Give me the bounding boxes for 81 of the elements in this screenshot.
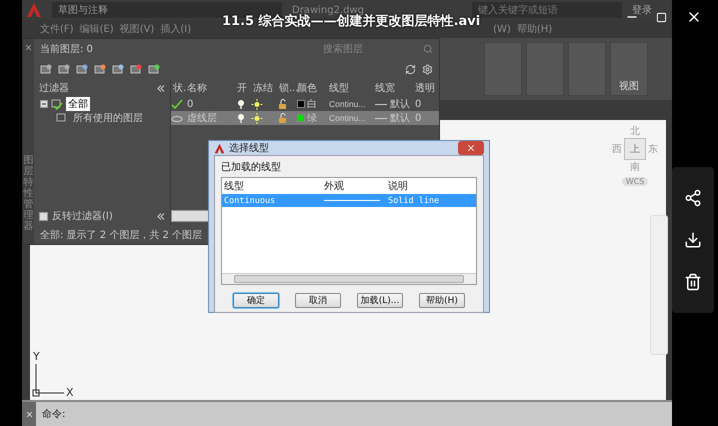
list-label: 已加载的线型	[221, 160, 282, 174]
column-header[interactable]: 状.	[171, 81, 185, 95]
column-header[interactable]: 外观	[324, 179, 388, 193]
filters-header: 过滤器	[39, 82, 69, 95]
lineweight-value[interactable]: 默认	[390, 111, 410, 125]
layer-tool-icon[interactable]	[58, 64, 70, 74]
trash-icon[interactable]	[684, 273, 702, 291]
share-icon[interactable]	[684, 189, 702, 207]
refresh-icon[interactable]	[405, 64, 416, 74]
ribbon-panel[interactable]: 视图	[610, 42, 648, 96]
menu-item[interactable]: 文件(F)	[40, 22, 74, 36]
filter-icon	[51, 98, 63, 110]
column-header[interactable]: 开	[235, 81, 251, 95]
linetype-name[interactable]: Continu...	[327, 99, 373, 109]
search-icon	[423, 44, 433, 54]
collapse-icon[interactable]	[157, 84, 165, 92]
ucs-axes-drawing: Y X	[30, 350, 80, 398]
color-name: 白	[307, 98, 317, 111]
transparency-value[interactable]: 0	[413, 98, 439, 110]
column-header[interactable]: 说明	[388, 179, 476, 193]
dialog-button[interactable]: 确定	[233, 293, 279, 308]
filter-tree-item[interactable]: 全部	[66, 97, 90, 111]
linetype-row[interactable]: Continuous Solid line	[222, 194, 476, 207]
sign-in-link[interactable]: 登录	[632, 3, 652, 17]
layer-tool-icon[interactable]	[76, 64, 88, 74]
layer-row[interactable]: 0 白 Continu... 默认 0	[171, 97, 439, 111]
column-header[interactable]: 线型	[224, 179, 324, 193]
scrollbar[interactable]	[222, 273, 476, 284]
column-header[interactable]: 线宽	[373, 81, 413, 95]
menu-item[interactable]: (W)	[493, 24, 511, 34]
compass-label: 北	[630, 124, 640, 138]
close-button[interactable]	[458, 141, 484, 155]
bulb-icon[interactable]	[235, 112, 247, 124]
status-text: 全部: 显示了 2 个图层，共 2 个图层	[40, 228, 202, 242]
download-icon[interactable]	[684, 231, 702, 249]
compass-label: 西	[612, 143, 622, 156]
command-prompt: 命令:	[42, 408, 66, 421]
layer-tool-icon[interactable]	[112, 64, 124, 74]
menu-item[interactable]: 编辑(E)	[80, 22, 114, 36]
menu-item[interactable]: 帮助(H)	[516, 22, 552, 36]
sun-icon[interactable]	[251, 98, 263, 110]
menu-item[interactable]: 视图(V)	[120, 22, 154, 36]
column-header[interactable]: 线型	[327, 81, 373, 95]
document-title: Drawing2.dwg	[292, 4, 364, 16]
settings-icon[interactable]	[422, 64, 433, 74]
layer-name: 虚线层	[186, 112, 218, 125]
collapse-icon[interactable]	[157, 212, 165, 220]
bulb-icon[interactable]	[235, 98, 247, 110]
column-header[interactable]: 冻结	[251, 81, 277, 95]
column-header[interactable]: 锁...	[277, 81, 295, 95]
sun-icon[interactable]	[251, 112, 263, 124]
close-icon	[466, 143, 476, 153]
layer-tool-icon[interactable]	[130, 64, 142, 74]
filter-tree-item[interactable]: 所有使用的图层	[71, 111, 145, 125]
lineweight-value[interactable]: 默认	[390, 97, 410, 111]
filter-icon	[56, 112, 68, 124]
column-header[interactable]: 透明	[413, 81, 439, 95]
color-swatch[interactable]	[297, 100, 305, 108]
layer-row[interactable]: 虚线层 绿 Continu... 默认 0	[171, 111, 439, 125]
layer-tool-icon[interactable]	[40, 64, 52, 74]
layer-name: 0	[186, 98, 194, 110]
lock-icon[interactable]	[277, 112, 289, 124]
dialog-title: 选择线型	[229, 142, 269, 155]
view-cube[interactable]: 上	[624, 138, 646, 160]
menu-item[interactable]: 插入(I)	[160, 22, 192, 36]
column-header[interactable]: 名称	[185, 81, 235, 95]
palette-title: 图层特性管理器	[24, 155, 34, 232]
compass-label: 东	[648, 142, 658, 156]
dialog-button[interactable]: 加载(L)...	[357, 293, 403, 308]
dialog-button[interactable]: 帮助(H)	[419, 293, 465, 308]
color-swatch[interactable]	[297, 114, 305, 122]
color-name: 绿	[307, 112, 317, 125]
compass-label: 南	[630, 160, 640, 174]
checkbox[interactable]	[39, 212, 48, 220]
lock-icon[interactable]	[277, 98, 289, 110]
collapse-icon[interactable]	[40, 100, 48, 108]
dialog-button[interactable]: 取消	[295, 293, 341, 308]
layer-tool-icon[interactable]	[148, 64, 160, 74]
checkbox-label: 反转过滤器(I)	[52, 210, 113, 223]
layer-tool-icon[interactable]	[94, 64, 106, 74]
current-layer-label: 当前图层: 0	[40, 42, 93, 56]
